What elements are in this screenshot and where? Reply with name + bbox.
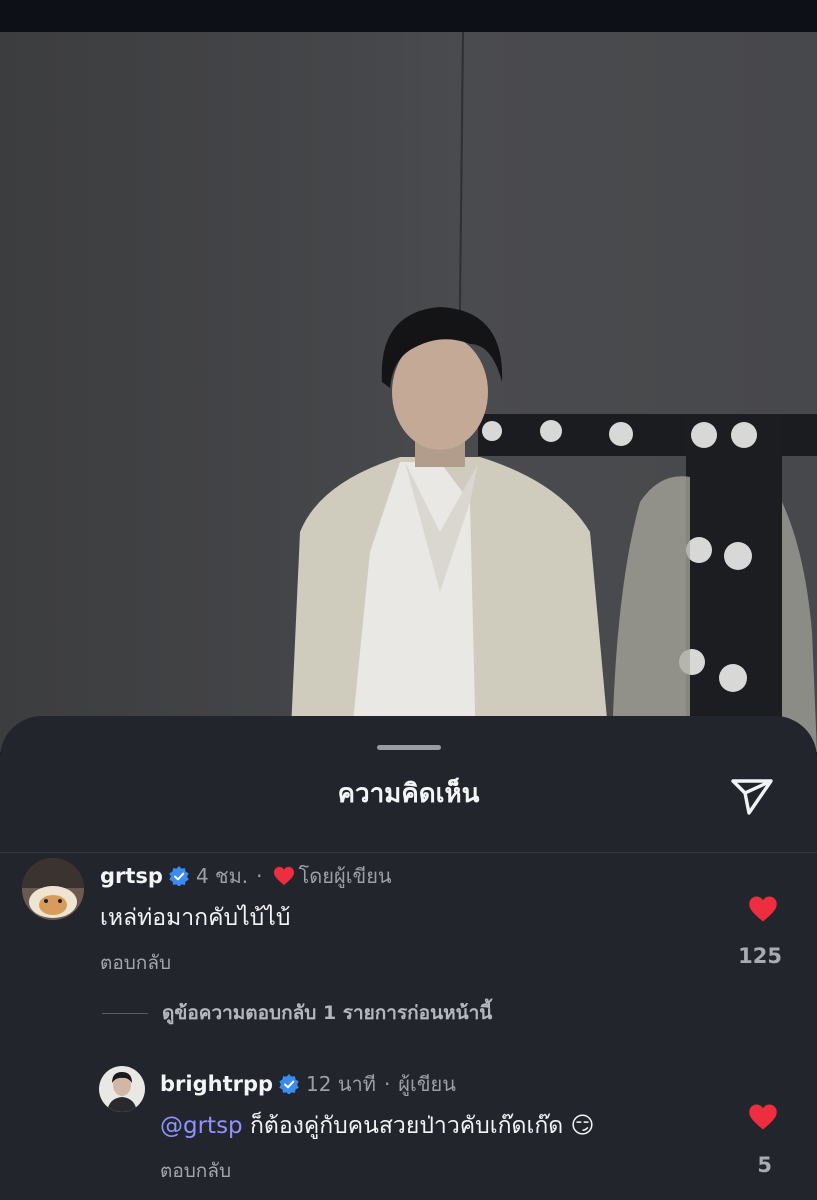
verified-badge-icon (169, 866, 189, 886)
replies-line (102, 1012, 148, 1014)
comment-header: grtsp 4 ชม. · โดยผู้เขียน (100, 862, 392, 890)
reply-body: ก็ต้องคู่กับคนสวยป่าวคับเก๊ดเก๊ด (242, 1113, 564, 1139)
comment-time: 4 ชม. (195, 864, 249, 888)
reply-avatar[interactable] (99, 1066, 145, 1112)
sheet-divider (0, 852, 817, 853)
post-photo[interactable] (0, 32, 817, 752)
photo-illustration (290, 32, 817, 752)
author-badge: ผู้เขียน (398, 1072, 456, 1096)
status-bar (0, 0, 817, 32)
share-button[interactable] (726, 770, 778, 822)
like-count: 5 (757, 1153, 772, 1177)
sheet-title: ความคิดเห็น (337, 779, 480, 809)
sheet-grabber[interactable] (377, 745, 441, 750)
comment-username[interactable]: grtsp (100, 864, 163, 888)
smirk-emoji: 😏 (570, 1113, 595, 1139)
avatar-image (99, 1066, 145, 1112)
comment-text: เหล่ท่อมากคับไบ้ไบ้ (100, 905, 291, 931)
comments-sheet: ความคิดเห็น grtsp 4 ชม. · โดยผู้เขียน เห… (0, 716, 817, 1200)
heart-icon[interactable] (748, 1103, 778, 1131)
reply-text: @grtsp ก็ต้องคู่กับคนสวยป่าวคับเก๊ดเก๊ด … (160, 1108, 594, 1144)
heart-icon[interactable] (748, 895, 778, 923)
view-previous-replies[interactable]: ดูข้อความตอบกลับ 1 รายการก่อนหน้านี้ (102, 998, 492, 1028)
reply-button[interactable]: ตอบกลับ (160, 1156, 231, 1186)
like-count: 125 (738, 944, 782, 968)
reply-header: brightrpp 12 นาที · ผู้เขียน (160, 1070, 456, 1098)
reply-button[interactable]: ตอบกลับ (100, 948, 171, 978)
reply-time: 12 นาที (306, 1072, 376, 1096)
reply-username[interactable]: brightrpp (160, 1072, 273, 1096)
send-icon (731, 779, 773, 815)
verified-badge-icon (279, 1074, 299, 1094)
view-replies-label: ดูข้อความตอบกลับ 1 รายการก่อนหน้านี้ (162, 1002, 493, 1024)
liked-by-author-heart-icon (273, 866, 294, 886)
avatar[interactable] (22, 858, 84, 920)
author-badge: โดยผู้เขียน (298, 864, 392, 888)
meta-separator: · (383, 1072, 391, 1096)
mention-link[interactable]: @grtsp (160, 1113, 243, 1139)
meta-separator: · (256, 864, 263, 888)
avatar-image (22, 858, 84, 920)
